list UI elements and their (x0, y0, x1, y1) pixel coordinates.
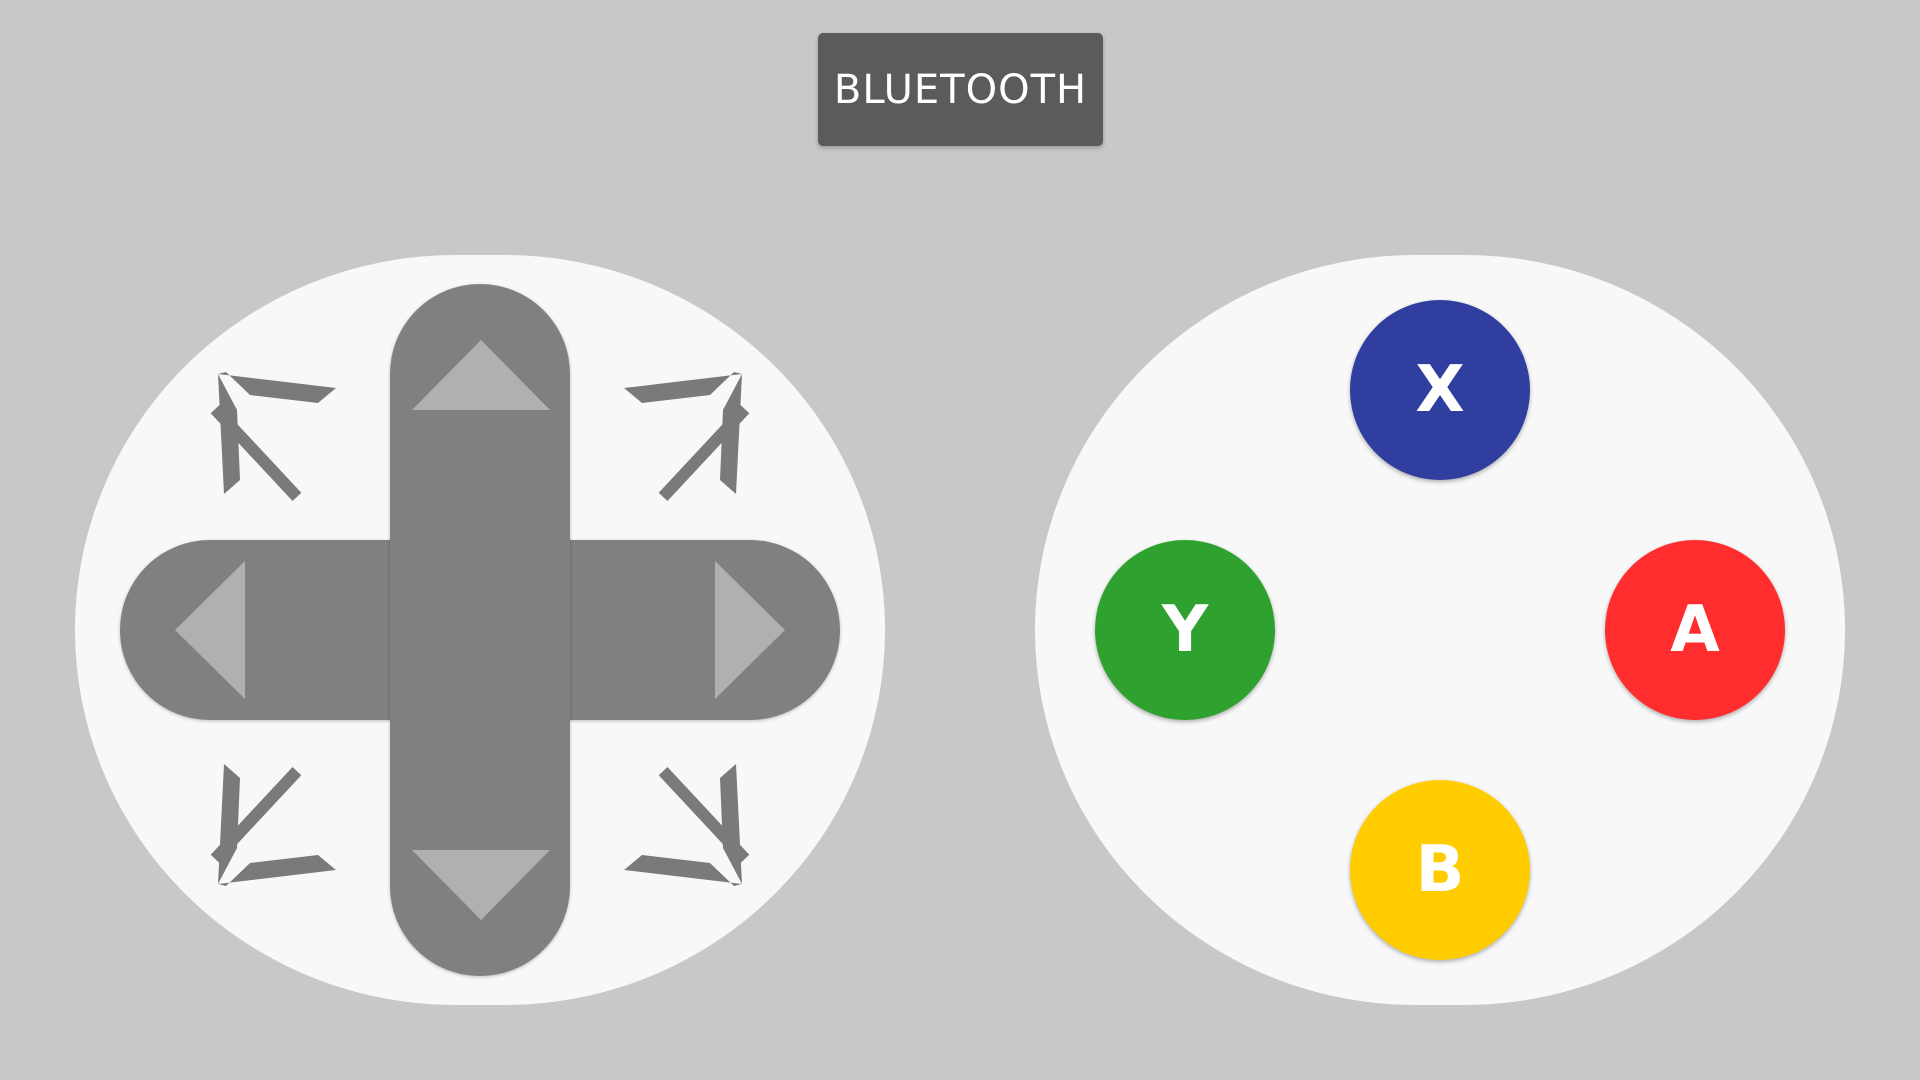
dpad-down-right-button[interactable] (610, 760, 750, 900)
arrow-down-left-icon (210, 764, 336, 886)
y-button[interactable]: Y (1095, 540, 1275, 720)
x-button-label: X (1415, 353, 1465, 427)
dpad-down-button[interactable] (412, 850, 550, 920)
arrow-up-left-icon (210, 372, 336, 501)
b-button-label: B (1415, 833, 1465, 907)
y-button-label: Y (1161, 593, 1209, 667)
a-button-label: A (1670, 593, 1720, 667)
arrow-up-right-icon (624, 372, 750, 501)
dpad-left-button[interactable] (175, 561, 245, 699)
controller-screen: BLUETOOTH X Y A B (0, 0, 1920, 1080)
dpad-right-button[interactable] (715, 561, 785, 699)
triangle-left-icon (175, 561, 245, 699)
dpad-up-left-button[interactable] (210, 368, 350, 508)
triangle-right-icon (715, 561, 785, 699)
a-button[interactable]: A (1605, 540, 1785, 720)
dpad-up-right-button[interactable] (610, 368, 750, 508)
arrow-down-right-icon (624, 764, 750, 886)
b-button[interactable]: B (1350, 780, 1530, 960)
dpad-center (390, 540, 570, 720)
bluetooth-button[interactable]: BLUETOOTH (818, 33, 1103, 146)
x-button[interactable]: X (1350, 300, 1530, 480)
bluetooth-button-label: BLUETOOTH (833, 66, 1088, 113)
triangle-up-icon (412, 340, 550, 410)
dpad-up-button[interactable] (412, 340, 550, 410)
triangle-down-icon (412, 850, 550, 920)
dpad-down-left-button[interactable] (210, 760, 350, 900)
